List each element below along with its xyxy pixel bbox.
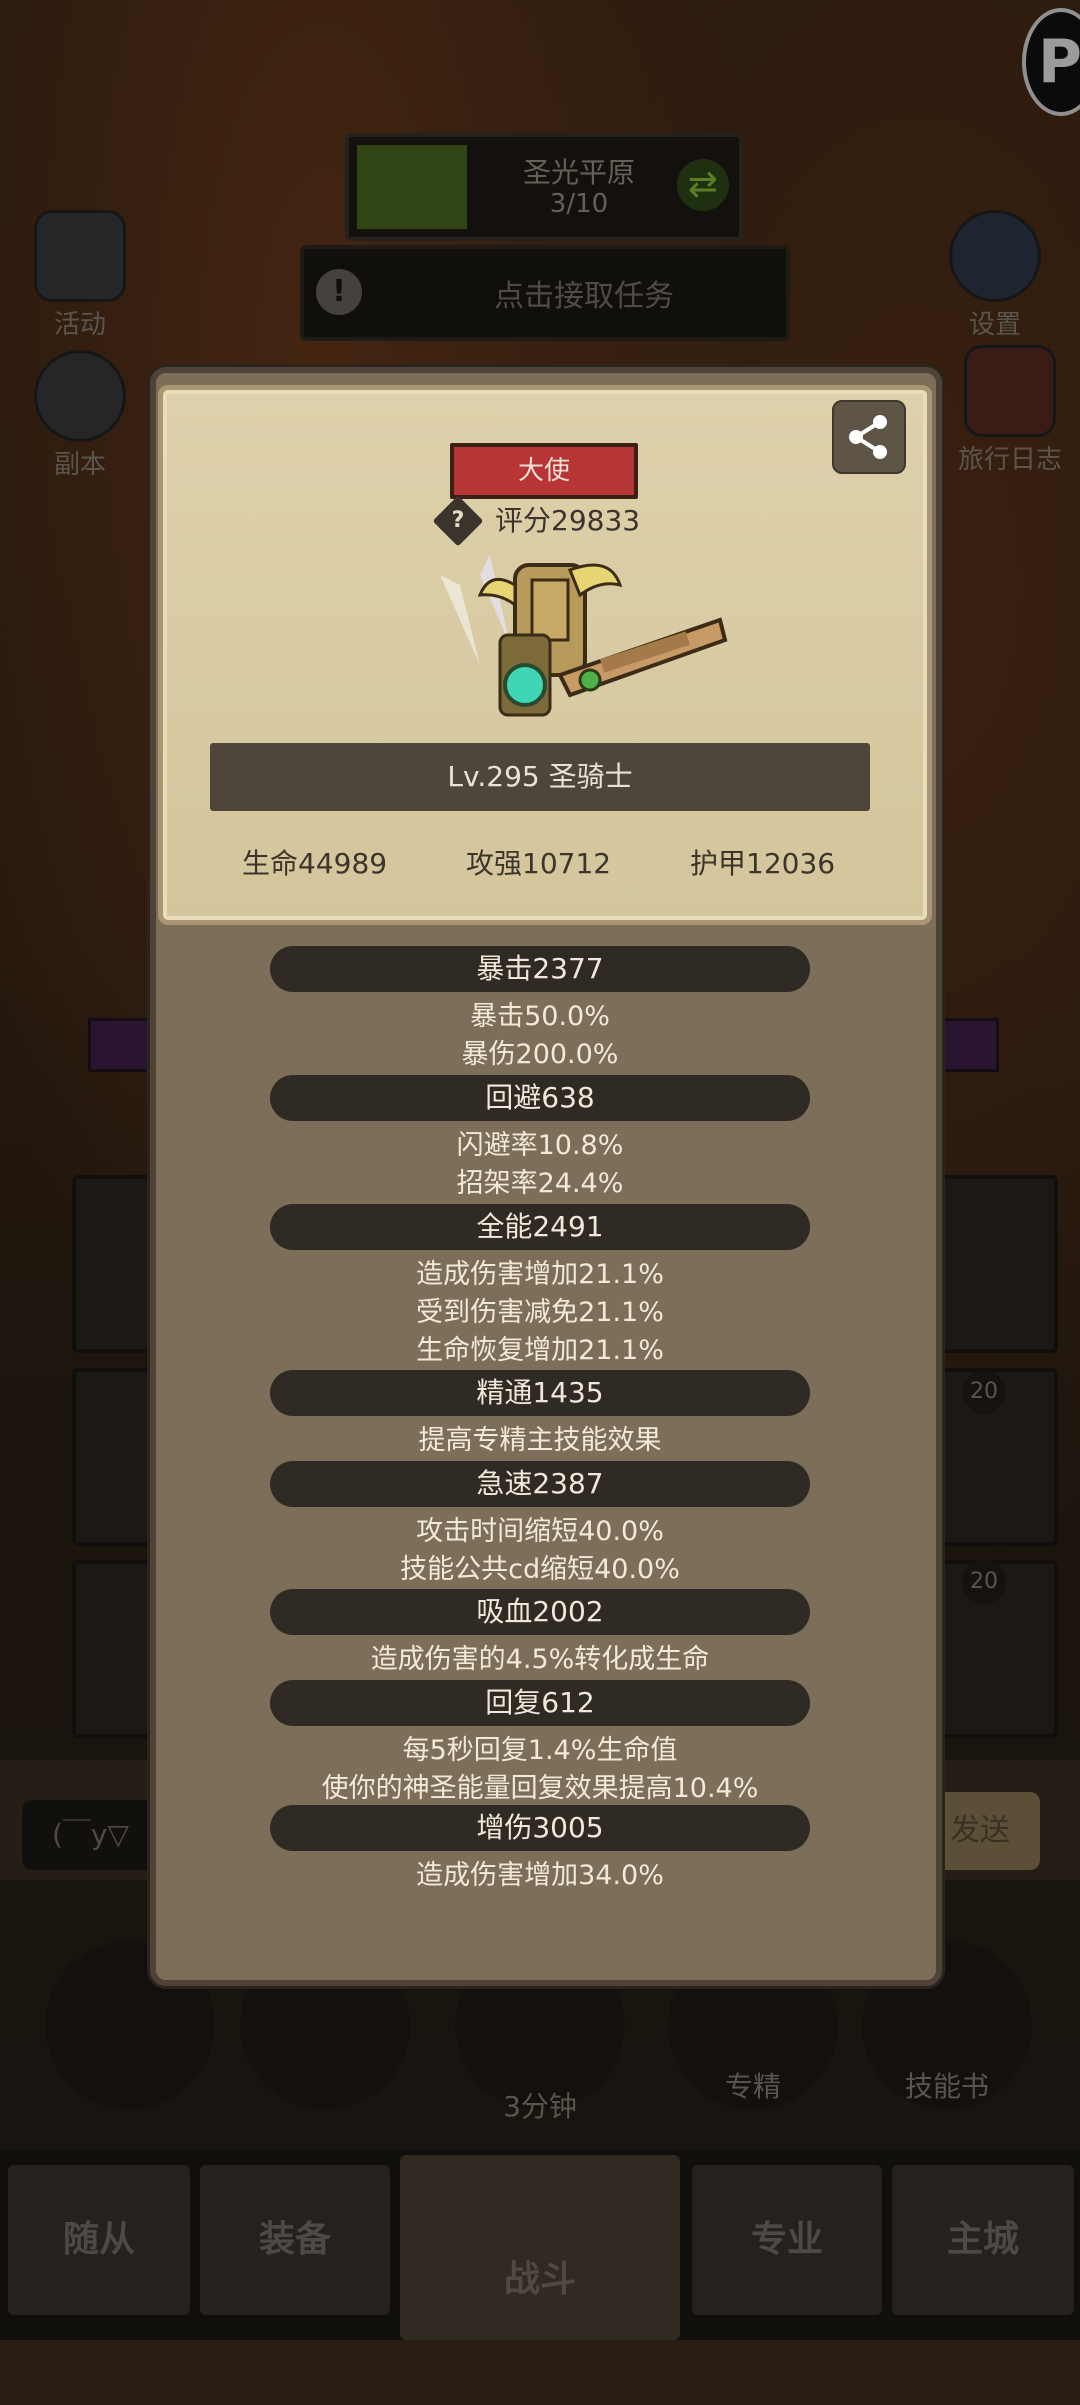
section-header-avoidance: 回避638 <box>270 1075 810 1121</box>
section-header-haste: 急速2387 <box>270 1461 810 1507</box>
section-line: 造成伤害的4.5%转化成生命 <box>370 1644 710 1675</box>
section-line: 每5秒回复1.4%生命值 <box>402 1735 678 1766</box>
title-badge: 大使 <box>450 443 638 499</box>
share-button[interactable] <box>832 400 906 474</box>
stat-armor: 护甲12036 <box>690 847 836 880</box>
section-header-lifesteal: 吸血2002 <box>270 1589 810 1635</box>
section-header-versatility: 全能2491 <box>270 1204 810 1250</box>
section-header-regen: 回复612 <box>270 1680 810 1726</box>
section-line: 使你的神圣能量回复效果提高10.4% <box>321 1773 759 1804</box>
stat-hp: 生命44989 <box>242 847 388 880</box>
stat-attack: 攻强10712 <box>466 847 612 880</box>
section-line: 攻击时间缩短40.0% <box>416 1516 664 1547</box>
section-line: 造成伤害增加21.1% <box>416 1259 664 1290</box>
section-line: 提高专精主技能效果 <box>418 1425 662 1456</box>
section-header-mastery: 精通1435 <box>270 1370 810 1416</box>
paladin-character-sprite <box>440 555 728 717</box>
section-header-crit: 暴击2377 <box>270 946 810 992</box>
section-line: 生命恢复增加21.1% <box>416 1335 664 1366</box>
section-line: 招架率24.4% <box>456 1168 624 1199</box>
level-class-banner: Lv.295 圣骑士 <box>210 743 870 811</box>
section-line: 受到伤害减免21.1% <box>416 1297 664 1328</box>
section-line: 造成伤害增加34.0% <box>416 1860 664 1891</box>
score-help-icon[interactable]: ? <box>432 495 484 547</box>
section-line: 技能公共cd缩短40.0% <box>400 1554 680 1585</box>
section-line: 闪避率10.8% <box>456 1130 624 1161</box>
section-line: 暴伤200.0% <box>461 1039 619 1070</box>
share-icon <box>849 415 887 459</box>
section-line: 暴击50.0% <box>470 1001 610 1032</box>
section-header-damage-increase: 增伤3005 <box>270 1805 810 1851</box>
score-value: 评分29833 <box>495 504 641 537</box>
